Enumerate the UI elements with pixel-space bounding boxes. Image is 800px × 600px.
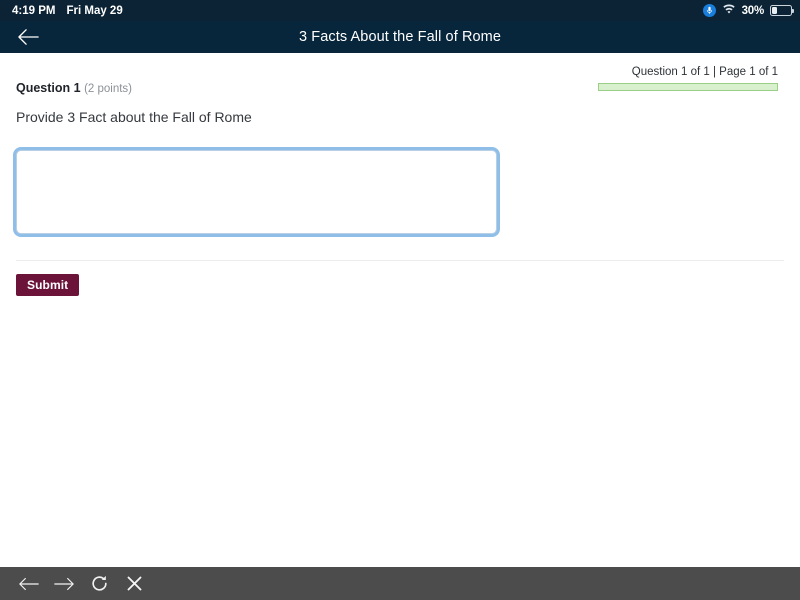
arrow-left-icon[interactable] <box>12 21 44 53</box>
quiz-progress: Question 1 of 1 | Page 1 of 1 <box>598 65 778 91</box>
battery-icon <box>770 5 795 16</box>
browser-toolbar <box>0 567 800 600</box>
question-heading: Question 1 (2 points) <box>16 81 132 95</box>
nav-back-icon[interactable] <box>18 573 40 595</box>
progress-fill <box>599 84 777 90</box>
answer-textarea[interactable] <box>16 150 497 234</box>
submit-button[interactable]: Submit <box>16 274 80 296</box>
nav-reload-icon[interactable] <box>88 573 110 595</box>
app-header: 3 Facts About the Fall of Rome <box>0 21 800 53</box>
status-date: Fri May 29 <box>66 4 123 17</box>
status-bar-left: 4:19 PM Fri May 29 <box>12 5 123 17</box>
question-points: (2 points) <box>84 83 133 95</box>
microphone-recording-icon <box>702 4 716 17</box>
battery-fill <box>772 7 778 14</box>
progress-label: Question 1 of 1 | Page 1 of 1 <box>631 66 778 78</box>
progress-track <box>598 83 778 91</box>
app-screen: 4:19 PM Fri May 29 30% 3 Facts About the… <box>0 0 800 600</box>
nav-forward-icon[interactable] <box>53 573 75 595</box>
section-divider <box>16 260 784 261</box>
battery-percent-label: 30% <box>741 4 765 17</box>
status-bar-right: 30% <box>702 4 795 18</box>
page-title: 3 Facts About the Fall of Rome <box>298 29 502 45</box>
question-number: Question 1 <box>16 81 81 95</box>
quiz-content: Question 1 of 1 | Page 1 of 1 Question 1… <box>0 53 800 567</box>
question-prompt: Provide 3 Fact about the Fall of Rome <box>16 109 252 125</box>
ios-status-bar: 4:19 PM Fri May 29 30% <box>0 0 800 21</box>
nav-stop-icon[interactable] <box>123 573 145 595</box>
wifi-icon <box>722 4 736 18</box>
status-time: 4:19 PM <box>12 4 56 17</box>
